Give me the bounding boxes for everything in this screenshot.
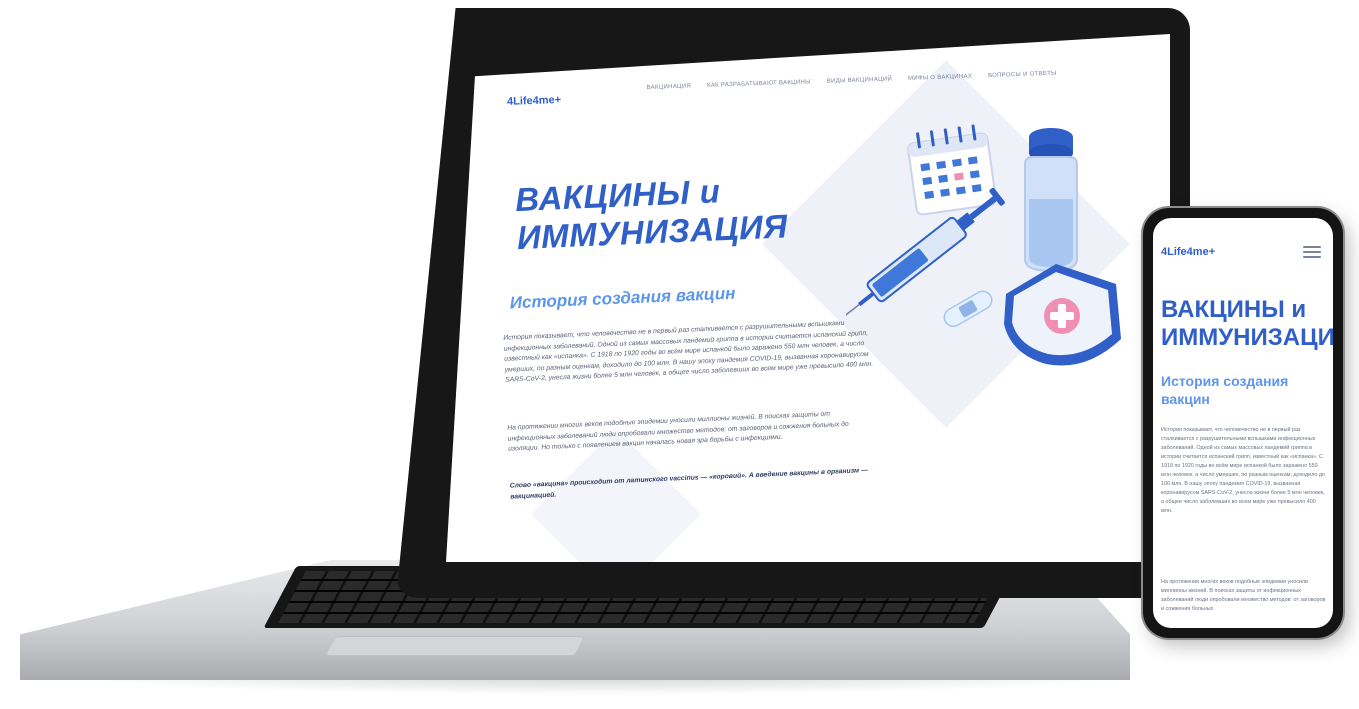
hero-title-line2: ИММУНИЗАЦИЯ — [1161, 324, 1333, 351]
phone-screen: 4Life4me+ ВАКЦИНЫ и ИММУНИЗАЦИЯ История … — [1153, 218, 1333, 628]
hero-title: ВАКЦИНЫ и ИММУНИЗАЦИЯ — [514, 169, 788, 257]
shield-icon — [1004, 264, 1121, 366]
paragraph-etymology: Слово «вакцина» происходит от латинского… — [509, 467, 868, 501]
laptop-trackpad — [324, 636, 586, 656]
bandage-icon — [943, 290, 993, 328]
section-title: История создания вакцин — [509, 283, 736, 313]
mockup-scene: 4Life4me+ ВАКЦИНАЦИЯ КАК РАЗРАБАТЫВАЮТ В… — [0, 0, 1359, 709]
paragraph-epidemics: На протяжении многих веков подобные эпид… — [507, 410, 849, 453]
hero-title: ВАКЦИНЫ и ИММУНИЗАЦИЯ — [1161, 296, 1333, 352]
paragraph-history: История показывает, что человечество не … — [503, 319, 874, 384]
hero-title-line1: ВАКЦИНЫ и — [1161, 296, 1307, 323]
paragraph-epidemics: На протяжении многих веков подобные эпид… — [1161, 579, 1326, 612]
site-logo[interactable]: 4Life4me+ — [1161, 246, 1215, 258]
laptop-screen: 4Life4me+ ВАКЦИНАЦИЯ КАК РАЗРАБАТЫВАЮТ В… — [446, 34, 1170, 562]
paragraph-history: История показывает, что человечество не … — [1161, 427, 1326, 514]
vial-icon — [1024, 128, 1078, 273]
phone-device: 4Life4me+ ВАКЦИНЫ и ИММУНИЗАЦИЯ История … — [1143, 208, 1343, 638]
hamburger-menu-icon[interactable] — [1303, 243, 1321, 259]
section-title: История создания вакцин — [1161, 373, 1289, 407]
vaccine-illustration — [846, 124, 1121, 366]
calendar-icon — [907, 124, 997, 216]
